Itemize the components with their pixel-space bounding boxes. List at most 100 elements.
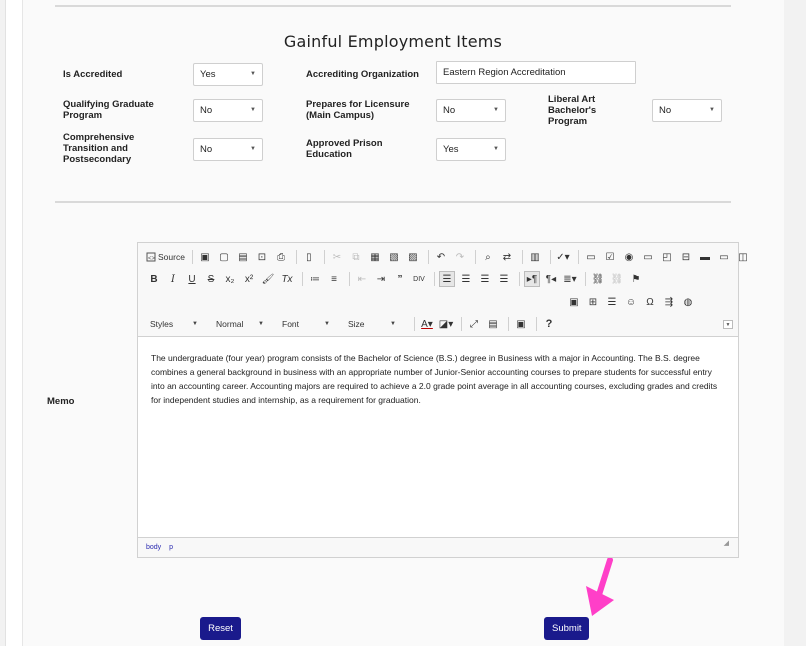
superscript-icon[interactable]: x² xyxy=(241,271,257,287)
format-combo[interactable]: Normal ▼ xyxy=(212,316,268,332)
toolbar-separator xyxy=(427,250,429,264)
spellcheck-icon[interactable]: ✓▾ xyxy=(555,249,571,265)
link-icon[interactable]: ⛓ xyxy=(590,271,606,287)
indent-icon[interactable]: ⇥ xyxy=(373,271,389,287)
outdent-icon[interactable]: ⇤ xyxy=(354,271,370,287)
subscript-icon[interactable]: x₂ xyxy=(222,271,238,287)
prepares-licensure-label: Prepares for Licensure (Main Campus) xyxy=(306,99,410,121)
strikethrough-icon[interactable]: S xyxy=(203,271,219,287)
hidden-field-icon[interactable]: ◫ xyxy=(735,249,751,265)
replace-icon[interactable]: ⇄ xyxy=(499,249,515,265)
textarea-icon[interactable]: ◰ xyxy=(659,249,675,265)
remove-format-icon[interactable]: Tx xyxy=(279,271,295,287)
prepares-licensure-select[interactable]: No ▼ xyxy=(436,99,506,122)
align-right-icon[interactable]: ☰ xyxy=(477,271,493,287)
iframe-icon[interactable]: ◍ xyxy=(680,294,696,310)
ltr-icon[interactable]: ▸¶ xyxy=(524,271,540,287)
path-body[interactable]: body xyxy=(146,544,161,551)
accrediting-org-input[interactable]: Eastern Region Accreditation xyxy=(436,61,636,84)
print-icon[interactable]: ⎙ xyxy=(273,249,289,265)
chevron-down-icon: ▼ xyxy=(250,146,256,152)
form-icon[interactable]: ▭ xyxy=(583,249,599,265)
copy-icon[interactable]: ⧉ xyxy=(348,249,364,265)
unlink-icon[interactable]: ⛓ xyxy=(609,271,625,287)
paste-word-icon[interactable]: ▨ xyxy=(405,249,421,265)
is-accredited-label: Is Accredited xyxy=(63,69,123,80)
select-all-icon[interactable]: ▥ xyxy=(527,249,543,265)
show-blocks-icon[interactable]: ▤ xyxy=(485,316,501,332)
textfield-icon[interactable]: ▭ xyxy=(640,249,656,265)
font-combo[interactable]: Font ▼ xyxy=(278,316,334,332)
numbered-list-icon[interactable]: ≔ xyxy=(307,271,323,287)
document-icon[interactable]: ▯ xyxy=(301,249,317,265)
source-label: Source xyxy=(158,252,185,262)
redo-icon[interactable]: ↷ xyxy=(452,249,468,265)
maximize-icon[interactable]: ⤢ xyxy=(466,316,482,332)
special-char-icon[interactable]: Ω xyxy=(642,294,658,310)
cut-icon[interactable]: ✂ xyxy=(329,249,345,265)
liberal-art-select[interactable]: No ▼ xyxy=(652,99,722,122)
smiley-icon[interactable]: ☺ xyxy=(623,294,639,310)
find-icon[interactable]: ⌕ xyxy=(480,249,496,265)
align-center-icon[interactable]: ☰ xyxy=(458,271,474,287)
is-accredited-select[interactable]: Yes ▼ xyxy=(193,63,263,86)
bg-color-icon[interactable]: ◪▾ xyxy=(438,316,454,332)
about-icon[interactable]: ▣ xyxy=(513,316,529,332)
image-button-icon[interactable]: ▭ xyxy=(716,249,732,265)
div-icon[interactable]: DIV xyxy=(411,271,427,287)
undo-icon[interactable]: ↶ xyxy=(433,249,449,265)
button-field-icon[interactable]: ▬ xyxy=(697,249,713,265)
qualifying-grad-select[interactable]: No ▼ xyxy=(193,99,263,122)
rtl-icon[interactable]: ¶◂ xyxy=(543,271,559,287)
chevron-down-icon: ▼ xyxy=(192,321,198,327)
toolbar-separator xyxy=(474,250,476,264)
align-left-icon[interactable]: ☰ xyxy=(439,271,455,287)
toolbar-separator xyxy=(323,250,325,264)
save-icon[interactable]: ▣ xyxy=(197,249,213,265)
language-icon[interactable]: ≣▾ xyxy=(562,271,578,287)
preview-icon[interactable]: ⊡ xyxy=(254,249,270,265)
help-icon[interactable]: ? xyxy=(541,316,557,332)
size-combo[interactable]: Size ▼ xyxy=(344,316,400,332)
submit-button[interactable]: Submit xyxy=(544,617,589,640)
page-break-icon[interactable]: ⇶ xyxy=(661,294,677,310)
copy-format-icon[interactable]: 🖌 xyxy=(260,271,276,287)
templates-icon[interactable]: ▤ xyxy=(235,249,251,265)
underline-icon[interactable]: U xyxy=(184,271,200,287)
styles-combo[interactable]: Styles ▼ xyxy=(146,316,202,332)
font-combo-label: Font xyxy=(282,319,300,329)
text-color-icon[interactable]: A▾ xyxy=(419,316,435,332)
path-p[interactable]: p xyxy=(169,544,173,551)
is-accredited-value: Yes xyxy=(200,69,216,80)
bold-icon[interactable]: B xyxy=(146,271,162,287)
radio-icon[interactable]: ◉ xyxy=(621,249,637,265)
new-page-icon[interactable]: ▢ xyxy=(216,249,232,265)
size-combo-label: Size xyxy=(348,319,365,329)
source-button[interactable]: <> Source xyxy=(146,249,185,265)
resize-handle-icon[interactable]: ◢ xyxy=(724,534,729,554)
horizontal-rule-icon[interactable]: ☰ xyxy=(604,294,620,310)
paste-text-icon[interactable]: ▧ xyxy=(386,249,402,265)
memo-content[interactable]: The undergraduate (four year) program co… xyxy=(151,351,721,407)
image-icon[interactable]: ▣ xyxy=(566,294,582,310)
italic-icon[interactable]: I xyxy=(165,271,181,287)
paste-icon[interactable]: ▦ xyxy=(367,249,383,265)
chevron-down-icon: ▼ xyxy=(250,107,256,113)
prison-edu-select[interactable]: Yes ▼ xyxy=(436,138,506,161)
accrediting-org-value: Eastern Region Accreditation xyxy=(443,67,566,78)
anchor-icon[interactable]: ⚑ xyxy=(628,271,644,287)
blockquote-icon[interactable]: ” xyxy=(392,271,408,287)
bulleted-list-icon[interactable]: ≡ xyxy=(326,271,342,287)
liberal-art-label: Liberal Art Bachelor's Program xyxy=(548,94,597,127)
checkbox-icon[interactable]: ☑ xyxy=(602,249,618,265)
comprehensive-select[interactable]: No ▼ xyxy=(193,138,263,161)
comprehensive-value: No xyxy=(200,144,213,155)
toolbar-separator xyxy=(577,250,579,264)
select-field-icon[interactable]: ⊟ xyxy=(678,249,694,265)
table-icon[interactable]: ⊞ xyxy=(585,294,601,310)
divider-bottom xyxy=(55,201,731,203)
collapse-toolbar-icon[interactable]: ▼ xyxy=(723,320,733,329)
justify-icon[interactable]: ☰ xyxy=(496,271,512,287)
reset-button[interactable]: Reset xyxy=(200,617,241,640)
toolbar-separator xyxy=(349,272,350,286)
